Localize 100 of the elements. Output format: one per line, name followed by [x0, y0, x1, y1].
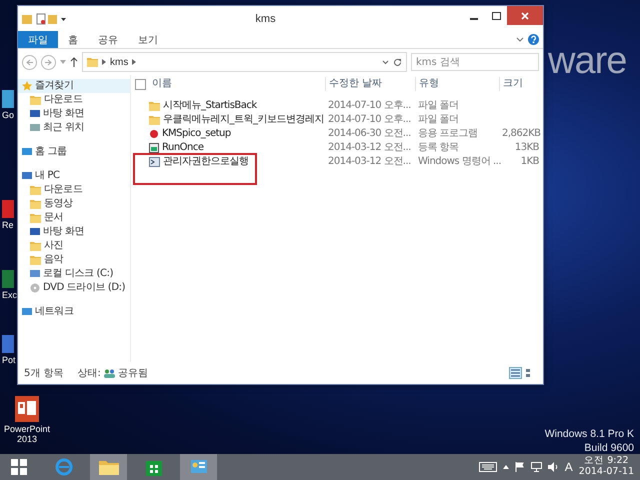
registry-icon	[149, 143, 159, 153]
monitor-icon	[30, 227, 40, 237]
ribbon-tab[interactable]: 홈	[58, 31, 88, 48]
sidebar-item[interactable]: 동영상	[18, 197, 130, 211]
column-header[interactable]: 이름	[149, 77, 325, 91]
desktop-icon-label: PowerPoint 2013	[2, 425, 52, 445]
folder-icon	[30, 95, 41, 105]
back-button[interactable]	[22, 54, 37, 70]
close-icon	[521, 12, 529, 20]
app-icon	[149, 129, 159, 139]
sidebar-item[interactable]: 바탕 화면	[18, 225, 130, 239]
size-cell-text: 2,862KB	[501, 127, 539, 141]
folder-icon	[30, 213, 41, 223]
script-icon	[149, 157, 160, 167]
folder-icon	[30, 241, 41, 251]
speaker-icon[interactable]	[548, 462, 559, 472]
clock[interactable]: 오전 9:22 2014-07-11	[578, 456, 634, 478]
desktop-icon-label: Pot	[2, 355, 16, 365]
arrow-right-icon	[45, 58, 52, 66]
sidebar-item[interactable]: 최근 위치	[18, 121, 130, 135]
refresh-icon	[393, 58, 402, 66]
sidebar-item[interactable]: 문서	[18, 211, 130, 225]
type-cell-text: 등록 항목	[417, 141, 460, 155]
desktop-icon-label: Re	[2, 220, 14, 230]
folder-icon	[30, 255, 41, 265]
help-button[interactable]	[528, 31, 539, 48]
maximize-icon	[492, 12, 500, 20]
edition-text: Build 9600	[584, 442, 634, 454]
chevron-down-icon	[516, 36, 524, 42]
select-all-checkbox[interactable]	[135, 78, 146, 90]
show-hidden-icons-button[interactable]	[502, 465, 509, 469]
control-panel-icon	[190, 458, 208, 476]
dropdown-icon	[382, 60, 389, 64]
date-cell-text: 2014-07-10 오후...	[327, 99, 412, 113]
date-cell-text: 2014-06-30 오전...	[327, 127, 412, 141]
sidebar-item[interactable]: 즐겨찾기	[18, 79, 130, 93]
column-header[interactable]: 유형	[415, 77, 499, 91]
monitor-icon	[30, 109, 40, 119]
folder-icon	[149, 115, 160, 125]
date-cell-text: 2014-03-12 오전...	[327, 155, 412, 169]
type-cell-text: 응용 프로그램	[417, 127, 479, 141]
item-count: 5개 항목	[24, 367, 64, 380]
details-view-button[interactable]	[509, 367, 522, 379]
file-name[interactable]: KMSpico_setup	[162, 127, 231, 141]
sidebar-item[interactable]: 다운로드	[18, 93, 130, 107]
date-cell-text: 2014-03-12 오전...	[327, 141, 412, 155]
sidebar-item[interactable]: 음악	[18, 253, 130, 267]
windows-logo-icon	[10, 459, 26, 475]
file-name[interactable]: 관리자권한으로실행	[163, 155, 248, 169]
chevron-icon	[102, 59, 106, 65]
edition-text: Windows 8.1 Pro K	[544, 428, 634, 440]
file-name[interactable]: 시작메뉴_StartisBack	[163, 99, 257, 113]
folder-icon	[87, 57, 98, 67]
close-button[interactable]	[507, 6, 543, 25]
flag-icon[interactable]	[514, 462, 525, 472]
up-button[interactable]	[70, 57, 78, 67]
store-icon	[146, 458, 162, 476]
keyboard-icon[interactable]	[478, 462, 497, 472]
input-method-indicator[interactable]: A	[564, 460, 573, 474]
ribbon-tab[interactable]: 파일	[18, 31, 58, 48]
column-header[interactable]: 수정한 날짜	[325, 77, 415, 91]
file-name[interactable]: 우클릭메뉴레지_트윅_키보드변경레지	[163, 113, 324, 127]
arrow-left-icon	[26, 58, 33, 66]
presentation-app-icon[interactable]	[15, 396, 39, 422]
folder-icon	[149, 101, 160, 111]
browser-icon	[54, 458, 72, 476]
sidebar-item[interactable]: 네트워크	[18, 305, 130, 319]
forward-button[interactable]	[41, 54, 56, 70]
window-title: kms	[254, 12, 277, 24]
sidebar-item[interactable]: 로컬 디스크 (C:)	[18, 267, 130, 281]
folder-icon	[30, 185, 41, 195]
folder-icon	[98, 459, 118, 475]
sidebar-item[interactable]: 내 PC	[18, 169, 130, 183]
star-icon	[22, 81, 32, 91]
sidebar-item[interactable]: 다운로드	[18, 183, 130, 197]
type-cell-text: Windows 명령어 ...	[417, 155, 499, 169]
taskbar-app-button[interactable]	[90, 454, 127, 480]
file-name[interactable]: RunOnce	[162, 141, 204, 155]
size-cell-text: 1KB	[520, 155, 539, 169]
disc-icon	[30, 283, 40, 293]
type-cell-text: 파일 폴더	[417, 113, 460, 127]
search-field[interactable]: kms 검색	[411, 53, 539, 71]
sidebar-item[interactable]: 바탕 화면	[18, 107, 130, 121]
type-cell-text: 파일 폴더	[417, 99, 460, 113]
wallpaper-logo-text: ware	[548, 42, 626, 80]
folder-icon	[30, 199, 41, 209]
minimize-icon	[470, 18, 478, 20]
ribbon-tab[interactable]: 보기	[128, 31, 168, 48]
sidebar-item[interactable]: DVD 드라이브 (D:)	[18, 281, 130, 295]
desktop-icon-label: Exc	[2, 290, 18, 300]
quick-access-toolbar-icon[interactable]	[22, 12, 68, 24]
ribbon-tab[interactable]: 공유	[88, 31, 128, 48]
breadcrumb[interactable]: kms	[110, 56, 128, 68]
sidebar-item[interactable]: 사진	[18, 239, 130, 253]
recent-locations-button[interactable]	[60, 60, 66, 64]
address-bar[interactable]: kms	[82, 52, 407, 72]
taskbar-app-button[interactable]	[180, 454, 217, 480]
sidebar-item[interactable]: 홈 그룹	[18, 145, 130, 159]
desktop-icon-label: Go	[2, 110, 14, 120]
column-header[interactable]: 크기	[499, 77, 539, 91]
